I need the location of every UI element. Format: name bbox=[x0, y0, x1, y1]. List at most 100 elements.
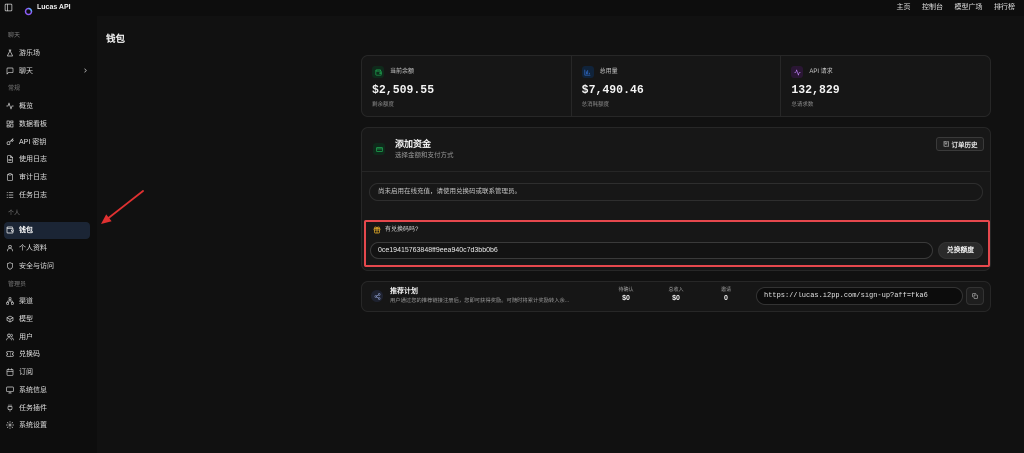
referral-stat-value: $0 bbox=[672, 295, 680, 302]
clipboard-icon bbox=[6, 173, 14, 181]
sidebar-item-label: 游乐场 bbox=[19, 49, 40, 57]
copy-icon[interactable] bbox=[966, 287, 984, 305]
sidebar-item-overview[interactable]: 概览 bbox=[4, 97, 90, 115]
sidebar-item-chat[interactable]: 聊天 bbox=[4, 62, 90, 80]
sidebar-item-task-logs[interactable]: 任务日志 bbox=[4, 186, 90, 204]
balance-stats-card: 当前余额 $2,509.55 剩余额度 总用量 $7,490.46 总消耗额度 … bbox=[361, 55, 991, 117]
sidebar-item-label: 数据看板 bbox=[19, 120, 47, 128]
add-funds-card: 添加资金 选择金额和支付方式 订单历史 尚未启用在线充值，请使用兑换码或联系管理… bbox=[361, 127, 991, 271]
activity-icon bbox=[791, 66, 804, 78]
redeem-code-input[interactable] bbox=[370, 242, 933, 259]
sidebar-item-label: 任务插件 bbox=[19, 404, 47, 412]
monitor-icon bbox=[6, 386, 14, 394]
logo-ring-icon[interactable] bbox=[24, 3, 33, 16]
sidebar-item-subscriptions[interactable]: 订阅 bbox=[4, 363, 90, 381]
sidebar-item-models[interactable]: 模型 bbox=[4, 310, 90, 328]
gift-icon bbox=[373, 226, 381, 234]
sidebar-item-profile[interactable]: 个人资料 bbox=[4, 239, 90, 257]
stat-caption: 总请求数 bbox=[791, 102, 814, 108]
dashboard-icon bbox=[6, 120, 14, 128]
app-title[interactable]: Lucas API bbox=[37, 2, 71, 13]
sidebar-item-label: 系统设置 bbox=[19, 422, 47, 430]
divider bbox=[362, 171, 990, 172]
file-text-icon bbox=[6, 155, 14, 163]
order-history-label: 订单历史 bbox=[951, 142, 978, 149]
sidebar-item-task-plugins[interactable]: 任务插件 bbox=[4, 399, 90, 417]
key-icon bbox=[6, 137, 14, 146]
referral-description: 用户通过您的推荐链接注册后，您即可获得奖励。可随时将累计奖励转入余... bbox=[390, 298, 570, 304]
sidebar-item-security[interactable]: 安全与访问 bbox=[4, 257, 90, 275]
network-icon bbox=[6, 297, 14, 306]
sidebar-item-users[interactable]: 用户 bbox=[4, 328, 90, 346]
nav-console[interactable]: 控制台 bbox=[922, 2, 943, 13]
top-bar: Lucas API 主页 控制台 模型广场 排行榜 bbox=[0, 0, 1024, 16]
sidebar-item-label: 系统信息 bbox=[19, 386, 47, 394]
sidebar-item-redeem-codes[interactable]: 兑换码 bbox=[4, 346, 90, 364]
list-icon bbox=[6, 191, 14, 199]
referral-stat-invites: 邀请 0 bbox=[706, 286, 746, 304]
share-icon bbox=[371, 290, 383, 302]
sidebar-item-system-info[interactable]: 系统信息 bbox=[4, 381, 90, 399]
sidebar-item-label: 聊天 bbox=[19, 67, 33, 75]
stat-total-usage: 总用量 $7,490.46 总消耗额度 bbox=[570, 56, 781, 116]
sidebar-section-personal: 个人 bbox=[8, 210, 21, 217]
sidebar-item-api-keys[interactable]: API 密钥 bbox=[4, 133, 90, 151]
sidebar-item-label: API 密钥 bbox=[19, 138, 47, 146]
activity-icon bbox=[6, 102, 14, 110]
sidebar-item-label: 使用日志 bbox=[19, 156, 47, 164]
page-title: 钱包 bbox=[106, 34, 126, 45]
sidebar: 聊天 游乐场 聊天 常规 概览 数据看板 API 密钥 使用日志 审计日志 任务… bbox=[0, 16, 97, 453]
order-history-button[interactable]: 订单历史 bbox=[936, 137, 984, 151]
user-icon bbox=[6, 244, 14, 252]
sidebar-item-label: 钱包 bbox=[19, 227, 33, 235]
sidebar-item-dashboard[interactable]: 数据看板 bbox=[4, 115, 90, 133]
sidebar-item-label: 个人资料 bbox=[19, 245, 47, 253]
redeem-button[interactable]: 兑换额度 bbox=[938, 242, 983, 259]
sidebar-section-general: 常规 bbox=[8, 86, 21, 93]
referral-title: 推荐计划 bbox=[390, 288, 418, 295]
sidebar-item-channels[interactable]: 渠道 bbox=[4, 293, 90, 311]
stat-caption: 总消耗额度 bbox=[581, 102, 610, 108]
stat-api-requests: API 请求 132,829 总请求数 bbox=[780, 56, 990, 116]
redeem-code-label: 有兑换码吗? bbox=[385, 227, 419, 233]
shield-icon bbox=[6, 262, 14, 270]
calendar-icon bbox=[6, 368, 14, 376]
plug-icon bbox=[6, 403, 14, 412]
sidebar-item-audit-logs[interactable]: 审计日志 bbox=[4, 168, 90, 186]
sidebar-item-label: 安全与访问 bbox=[19, 262, 54, 270]
sidebar-item-label: 概览 bbox=[19, 103, 33, 111]
stat-label: 当前余额 bbox=[390, 69, 415, 75]
sidebar-item-label: 兑换码 bbox=[19, 351, 40, 359]
sidebar-item-wallet[interactable]: 钱包 bbox=[4, 221, 90, 240]
sidebar-toggle-icon[interactable] bbox=[4, 3, 13, 12]
referral-stat-label: 待确认 bbox=[618, 287, 634, 293]
referral-stat-value: 0 bbox=[724, 295, 728, 302]
stat-label: 总用量 bbox=[599, 69, 618, 75]
nav-leaderboard[interactable]: 排行榜 bbox=[994, 2, 1015, 13]
sidebar-item-label: 模型 bbox=[19, 316, 33, 324]
sidebar-item-label: 订阅 bbox=[19, 369, 33, 377]
sidebar-item-system-settings[interactable]: 系统设置 bbox=[4, 416, 90, 434]
sidebar-item-label: 审计日志 bbox=[19, 173, 47, 181]
message-icon bbox=[6, 67, 14, 75]
stat-current-balance: 当前余额 $2,509.55 剩余额度 bbox=[362, 56, 571, 116]
sidebar-section-admin: 管理员 bbox=[8, 281, 27, 288]
annotation-arrow bbox=[101, 190, 144, 224]
topup-disabled-notice: 尚未启用在线充值，请使用兑换码或联系管理员。 bbox=[369, 183, 983, 201]
wallet-icon bbox=[372, 66, 384, 78]
sidebar-item-label: 渠道 bbox=[19, 298, 33, 306]
gear-icon bbox=[6, 421, 14, 430]
referral-stat-total-earnings: 总收入 $0 bbox=[656, 286, 696, 304]
stat-value: 132,829 bbox=[791, 84, 840, 97]
chevron-right-icon[interactable] bbox=[82, 67, 89, 74]
nav-home[interactable]: 主页 bbox=[897, 2, 911, 13]
nav-model-market[interactable]: 模型广场 bbox=[955, 2, 983, 13]
top-nav: 主页 控制台 模型广场 排行榜 bbox=[897, 2, 1016, 13]
flask-icon bbox=[6, 49, 14, 57]
referral-link-field[interactable] bbox=[756, 287, 963, 305]
referral-stat-value: $0 bbox=[622, 295, 630, 302]
sidebar-item-label: 用户 bbox=[19, 333, 33, 341]
sidebar-item-usage-logs[interactable]: 使用日志 bbox=[4, 150, 90, 168]
sidebar-item-playground[interactable]: 游乐场 bbox=[4, 44, 90, 62]
add-funds-subtitle: 选择金额和支付方式 bbox=[395, 152, 454, 159]
